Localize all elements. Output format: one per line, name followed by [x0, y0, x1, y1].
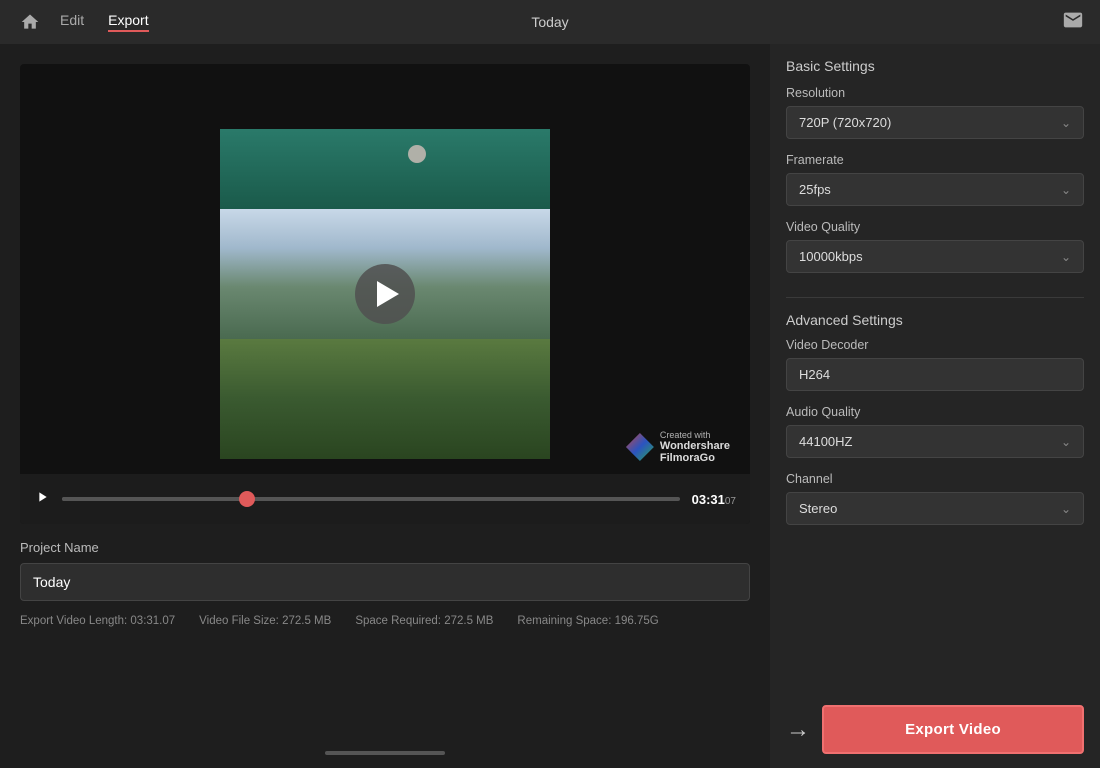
nav-links: Edit Export [60, 12, 149, 32]
scroll-bar[interactable] [325, 751, 445, 755]
export-video-button[interactable]: Export Video [822, 705, 1084, 754]
video-quality-group: Video Quality 10000kbps ⌄ [786, 220, 1084, 273]
watermark-created-label: Created with [660, 430, 730, 440]
watermark-logo [626, 433, 654, 461]
advanced-settings-title: Advanced Settings [786, 312, 1084, 328]
space-required-info: Space Required: 272.5 MB [355, 615, 493, 627]
export-arrow-icon: → [786, 716, 810, 744]
mail-button[interactable] [1062, 9, 1084, 36]
play-pause-button[interactable] [34, 489, 50, 510]
nav-export[interactable]: Export [108, 12, 148, 32]
space-required-value: 272.5 MB [444, 615, 493, 627]
watermark-text: Created with WondershareFilmoraGo [660, 430, 730, 464]
time-current: 03:31 [692, 492, 725, 507]
video-preview: Created with WondershareFilmoraGo [20, 64, 750, 524]
framerate-value: 25fps [799, 182, 831, 197]
audio-quality-chevron-icon: ⌄ [1061, 435, 1071, 449]
channel-group: Channel Stereo ⌄ [786, 472, 1084, 525]
watermark: Created with WondershareFilmoraGo [626, 430, 730, 464]
scroll-indicator [20, 738, 750, 768]
video-quality-select[interactable]: 10000kbps ⌄ [786, 240, 1084, 273]
play-button[interactable] [355, 264, 415, 324]
file-size-info: Video File Size: 272.5 MB [199, 615, 331, 627]
scene-ground [220, 339, 550, 459]
time-display: 03:3107 [692, 492, 736, 507]
scene-sky [220, 129, 550, 209]
resolution-group: Resolution 720P (720x720) ⌄ [786, 86, 1084, 139]
remaining-label: Remaining Space: [517, 615, 611, 627]
top-navigation: Edit Export Today [0, 0, 1100, 44]
resolution-label: Resolution [786, 86, 1084, 100]
progress-fill [62, 497, 247, 501]
video-decoder-group: Video Decoder H264 [786, 338, 1084, 391]
resolution-value: 720P (720x720) [799, 115, 891, 130]
channel-value: Stereo [799, 501, 837, 516]
framerate-group: Framerate 25fps ⌄ [786, 153, 1084, 206]
project-name-label: Project Name [20, 540, 750, 555]
watermark-logo-shape [626, 433, 654, 461]
video-decoder-value: H264 [786, 358, 1084, 391]
video-decoder-label: Video Decoder [786, 338, 1084, 352]
export-length-value: 03:31.07 [130, 615, 175, 627]
video-quality-value: 10000kbps [799, 249, 863, 264]
left-panel: Created with WondershareFilmoraGo [0, 44, 770, 768]
video-quality-label: Video Quality [786, 220, 1084, 234]
remaining-space-info: Remaining Space: 196.75G [517, 615, 658, 627]
export-length-label: Export Video Length: [20, 615, 127, 627]
file-size-value: 272.5 MB [282, 615, 331, 627]
video-quality-chevron-icon: ⌄ [1061, 250, 1071, 264]
video-controls: 03:3107 [20, 474, 750, 524]
main-content: Created with WondershareFilmoraGo [0, 44, 1100, 768]
nav-edit[interactable]: Edit [60, 12, 84, 32]
mail-icon [1062, 9, 1084, 31]
space-required-label: Space Required: [355, 615, 441, 627]
channel-select[interactable]: Stereo ⌄ [786, 492, 1084, 525]
progress-bar[interactable] [62, 497, 680, 501]
home-icon [20, 12, 40, 32]
framerate-label: Framerate [786, 153, 1084, 167]
right-panel: Basic Settings Resolution 720P (720x720)… [770, 44, 1100, 768]
channel-label: Channel [786, 472, 1084, 486]
nav-title: Today [531, 14, 568, 30]
channel-chevron-icon: ⌄ [1061, 502, 1071, 516]
audio-quality-select[interactable]: 44100HZ ⌄ [786, 425, 1084, 458]
framerate-chevron-icon: ⌄ [1061, 183, 1071, 197]
progress-thumb[interactable] [239, 491, 255, 507]
export-area: → Export Video [786, 689, 1084, 754]
time-small: 07 [725, 496, 736, 507]
basic-settings-title: Basic Settings [786, 58, 1084, 74]
play-icon [34, 489, 50, 505]
export-info-bar: Export Video Length: 03:31.07 Video File… [20, 615, 750, 627]
resolution-chevron-icon: ⌄ [1061, 116, 1071, 130]
remaining-value: 196.75G [615, 615, 659, 627]
export-length-info: Export Video Length: 03:31.07 [20, 615, 175, 627]
settings-divider [786, 297, 1084, 298]
framerate-select[interactable]: 25fps ⌄ [786, 173, 1084, 206]
resolution-select[interactable]: 720P (720x720) ⌄ [786, 106, 1084, 139]
audio-quality-group: Audio Quality 44100HZ ⌄ [786, 405, 1084, 458]
home-button[interactable] [16, 8, 44, 36]
audio-quality-value: 44100HZ [799, 434, 852, 449]
project-name-input[interactable] [20, 563, 750, 601]
file-size-label: Video File Size: [199, 615, 279, 627]
project-section: Project Name [20, 540, 750, 601]
watermark-brand-label: WondershareFilmoraGo [660, 440, 730, 464]
scene-sun [408, 145, 426, 163]
audio-quality-label: Audio Quality [786, 405, 1084, 419]
